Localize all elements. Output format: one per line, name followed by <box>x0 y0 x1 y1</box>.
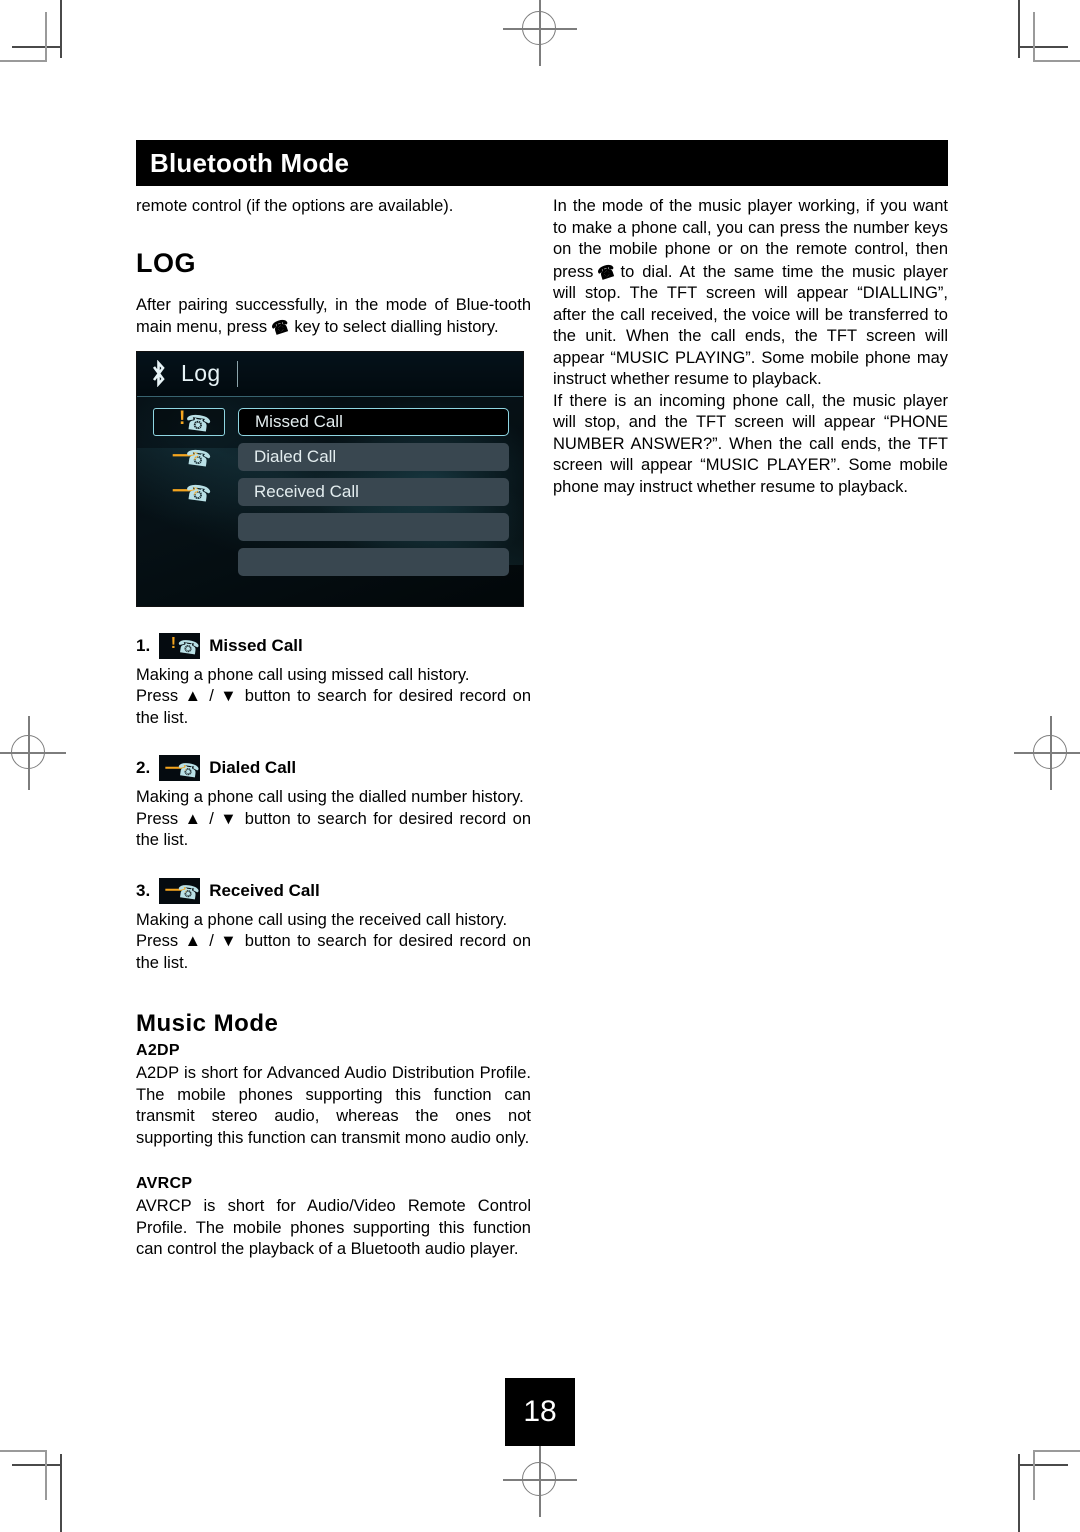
page-content: Bluetooth Mode remote control (if the op… <box>136 140 948 1261</box>
a2dp-paragraph: A2DP is short for Advanced Audio Distrib… <box>136 1064 531 1147</box>
registration-mark-right <box>1014 716 1080 790</box>
list-item-label: Received Call <box>209 880 320 900</box>
chapter-title: Bluetooth Mode <box>150 147 350 178</box>
received-call-icon-chip: ⟶ ☎ <box>159 877 201 904</box>
handset-icon: ☎ <box>175 758 201 782</box>
missed-call-icon: ! ☎ <box>172 409 213 437</box>
empty-label[interactable] <box>238 547 509 576</box>
dialed-call-icon-chip: ⟶ ☎ <box>159 755 200 781</box>
log-row-missed-call[interactable]: ! ☎ Missed Call <box>153 407 509 437</box>
right-paragraph-1: In the mode of the music player working,… <box>553 196 948 391</box>
list-item-number: 2. <box>136 758 151 777</box>
log-row-dialed-call[interactable]: ⟶ ☎ Dialed Call <box>153 442 509 472</box>
intro-paragraph: remote control (if the options are avail… <box>136 197 454 215</box>
log-screen-list: ! ☎ Missed Call ⟶ ☎ Dialed Call ⟶ ☎ Rece… <box>137 397 523 576</box>
bluetooth-icon <box>150 359 167 388</box>
missed-call-label[interactable]: Missed Call <box>238 407 509 436</box>
empty-label[interactable] <box>238 512 509 541</box>
list-item-label: Missed Call <box>209 635 303 655</box>
handset-icon: ☎ <box>175 880 201 904</box>
chapter-header-bar: Bluetooth Mode <box>136 140 948 186</box>
registration-mark-top <box>503 0 577 66</box>
log-intro-paragraph: After pairing successfully, in the mode … <box>136 295 531 340</box>
exclamation-badge-icon: ! <box>170 635 177 652</box>
missed-call-desc-2: Press ▲ / ▼ button to search for desired… <box>136 687 531 727</box>
handset-icon: ☎ <box>183 445 213 472</box>
missed-call-icon-cell[interactable]: ! ☎ <box>153 407 225 437</box>
right-column: In the mode of the music player working,… <box>553 196 948 1261</box>
received-call-label[interactable]: Received Call <box>238 477 509 506</box>
empty-icon-cell <box>153 548 225 576</box>
log-screen-screenshot: Log ! ☎ Missed Call ⟶ ☎ Dialed Call ⟶ ☎ … <box>136 350 524 607</box>
received-call-icon-cell[interactable]: ⟶ ☎ <box>153 478 225 506</box>
crop-mark-top-right <box>1002 0 1080 78</box>
crop-mark-bottom-right <box>1002 1434 1080 1532</box>
crop-mark-bottom-left <box>0 1434 78 1532</box>
two-column-layout: remote control (if the options are avail… <box>136 196 948 1261</box>
log-screen-header: Log <box>137 351 523 397</box>
log-screen-title: Log <box>181 360 221 386</box>
list-item-number: 3. <box>136 880 151 900</box>
missed-call-icon-chip: ! ☎ <box>159 632 201 659</box>
dialed-call-desc-1: Making a phone call using the dialled nu… <box>136 788 524 806</box>
registration-mark-left <box>0 716 66 790</box>
list-item-number: 1. <box>136 635 151 655</box>
page-number: 18 <box>505 1378 575 1446</box>
dialed-call-label[interactable]: Dialed Call <box>238 442 509 471</box>
registration-mark-bottom <box>503 1443 577 1517</box>
list-item-dialed-call: 2. ⟶ ☎ Dialed Call <box>136 755 531 781</box>
list-item-missed-call: 1. ! ☎ Missed Call <box>136 632 531 659</box>
log-screen-title-divider <box>236 360 238 387</box>
log-intro-text-b: key to select dialling history. <box>294 318 499 336</box>
handset-icon: ☎ <box>175 635 201 659</box>
received-call-icon: ⟶ ☎ <box>165 880 201 904</box>
log-row-received-call[interactable]: ⟶ ☎ Received Call <box>153 477 509 507</box>
received-call-icon: ⟶ ☎ <box>172 480 213 507</box>
received-call-desc-2: Press ▲ / ▼ button to search for desired… <box>136 932 531 972</box>
dialed-call-icon-cell[interactable]: ⟶ ☎ <box>153 443 225 471</box>
log-heading: LOG <box>136 247 196 278</box>
missed-call-desc-1: Making a phone call using missed call hi… <box>136 665 470 684</box>
dialed-call-icon: ⟶ ☎ <box>165 758 201 782</box>
missed-call-icon: ! ☎ <box>165 635 201 659</box>
crop-mark-top-left <box>0 0 78 78</box>
list-item-label: Dialed Call <box>209 758 297 777</box>
log-row-empty-2[interactable] <box>153 547 509 576</box>
handset-icon: ☎ <box>183 480 213 507</box>
a2dp-heading: A2DP <box>136 1042 180 1059</box>
phone-handset-icon: ☎ <box>269 315 292 340</box>
left-column: remote control (if the options are avail… <box>136 196 531 1261</box>
right-paragraph-2: If there is an incoming phone call, the … <box>553 391 948 496</box>
avrcp-paragraph: AVRCP is short for Audio/Video Remote Co… <box>136 1197 531 1258</box>
music-mode-heading: Music Mode <box>136 1010 279 1037</box>
received-call-desc-1: Making a phone call using the received c… <box>136 910 508 929</box>
handset-icon: ☎ <box>183 410 213 437</box>
phone-handset-icon: ☎ <box>595 260 619 284</box>
log-row-empty-1[interactable] <box>153 512 509 541</box>
list-item-received-call: 3. ⟶ ☎ Received Call <box>136 877 531 904</box>
dialed-call-desc-2: Press ▲ / ▼ button to search for desired… <box>136 809 531 850</box>
avrcp-heading: AVRCP <box>136 1175 193 1192</box>
empty-icon-cell <box>153 513 225 541</box>
dialed-call-icon: ⟶ ☎ <box>172 445 213 472</box>
